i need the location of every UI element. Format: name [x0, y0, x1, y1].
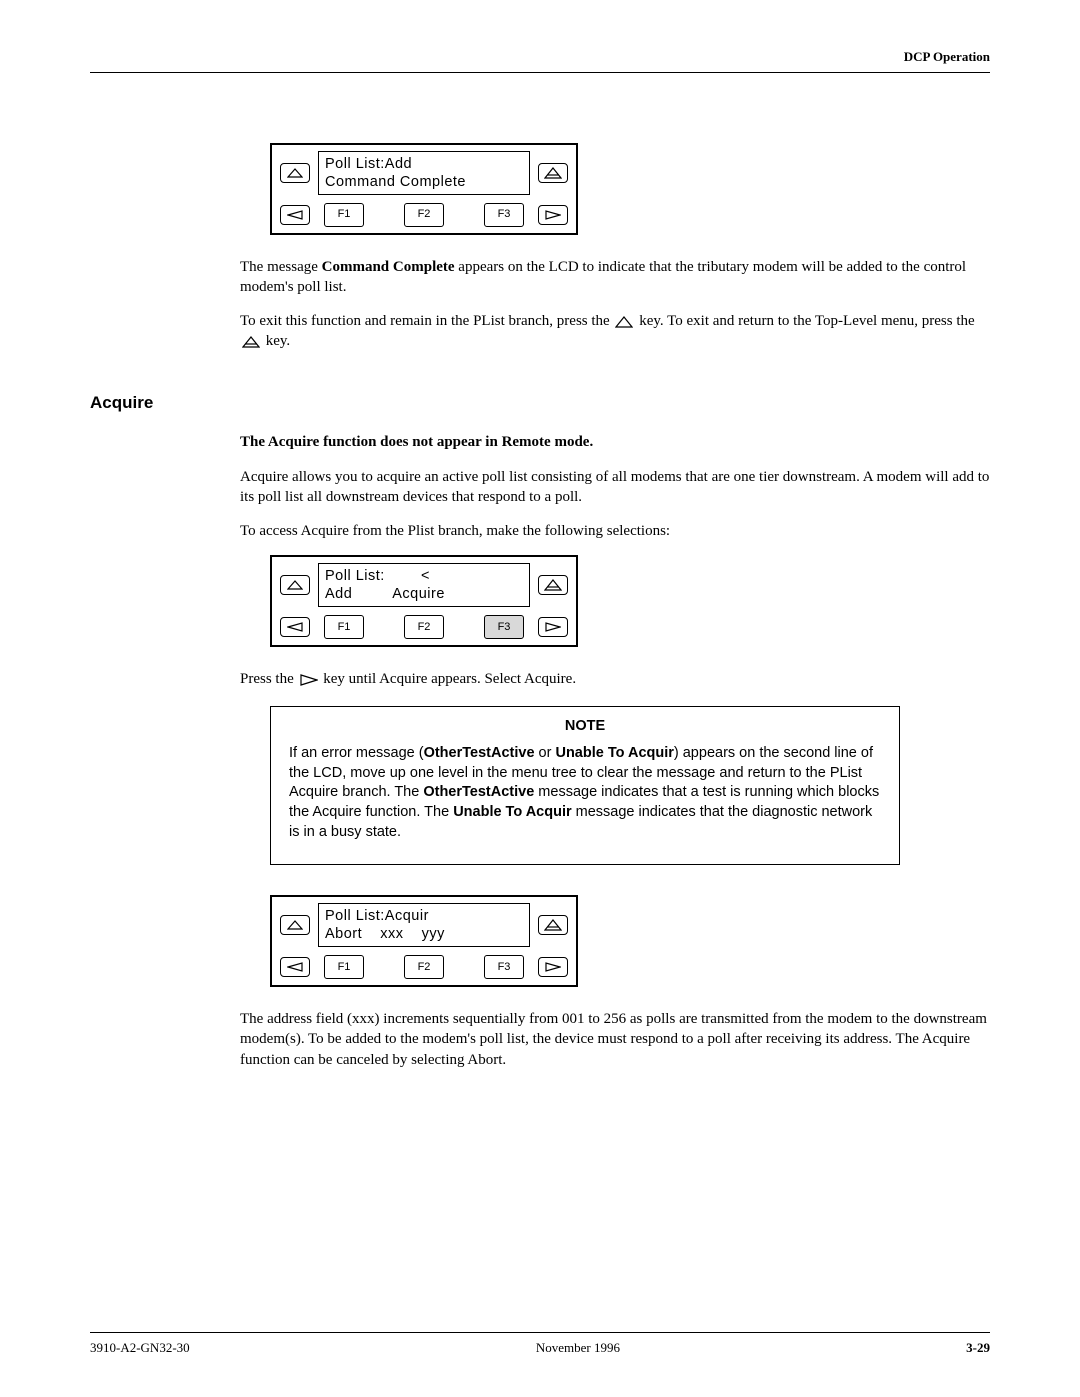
- footer-right: 3-29: [966, 1339, 990, 1357]
- note-body: If an error message (OtherTestActive or …: [289, 744, 881, 842]
- f1-key[interactable]: F1: [324, 203, 364, 227]
- triangle-right-icon: [545, 622, 561, 632]
- paragraph: The message Command Complete appears on …: [240, 257, 990, 298]
- bold-text: Unable To Acquir: [453, 804, 571, 820]
- bold-text: OtherTestActive: [423, 784, 534, 800]
- paragraph: To exit this function and remain in the …: [240, 311, 990, 352]
- f2-key[interactable]: F2: [404, 203, 444, 227]
- main-content: The Acquire function does not appear in …: [240, 432, 990, 1069]
- lcd-line-1: Poll List:Add: [325, 155, 523, 173]
- function-keys: F1 F2 F3: [318, 955, 530, 979]
- triangle-left-icon: [287, 622, 303, 632]
- panel-top-row: Poll List:Acquir Abort xxx yyy: [272, 897, 576, 953]
- triangle-right-icon: [300, 674, 318, 686]
- lcd-line-2: Command Complete: [325, 173, 523, 191]
- header-rule: [90, 72, 990, 73]
- subheading: The Acquire function does not appear in …: [240, 432, 990, 452]
- bold-text: Unable To Acquir: [555, 745, 673, 761]
- panel-bottom-row: F1 F2 F3: [272, 613, 576, 645]
- triangle-left-icon: [287, 962, 303, 972]
- function-keys: F1 F2 F3: [318, 203, 530, 227]
- footer-center: November 1996: [536, 1339, 620, 1357]
- bold-text: Command Complete: [322, 259, 455, 275]
- f3-key[interactable]: F3: [484, 203, 524, 227]
- triangle-up-double-icon: [544, 167, 562, 179]
- panel-bottom-row: F1 F2 F3: [272, 953, 576, 985]
- home-button[interactable]: [538, 163, 568, 183]
- f2-key[interactable]: F2: [404, 615, 444, 639]
- section-heading-acquire: Acquire: [90, 392, 990, 415]
- paragraph: Acquire allows you to acquire an active …: [240, 467, 990, 508]
- triangle-up-icon: [287, 580, 303, 590]
- text: The message: [240, 259, 322, 275]
- lcd-line-2: Add Acquire: [325, 585, 523, 603]
- triangle-up-double-icon: [242, 336, 260, 348]
- triangle-up-icon: [287, 168, 303, 178]
- f2-key[interactable]: F2: [404, 955, 444, 979]
- lcd-line-1: Poll List:Acquir: [325, 907, 523, 925]
- triangle-up-icon: [615, 316, 633, 328]
- text: Press the: [240, 671, 298, 687]
- lcd-panel-command-complete: Poll List:Add Command Complete F1 F2: [270, 143, 578, 235]
- left-button[interactable]: [280, 205, 310, 225]
- triangle-right-icon: [545, 210, 561, 220]
- up-button[interactable]: [280, 575, 310, 595]
- f3-key[interactable]: F3: [484, 955, 524, 979]
- page-footer: 3910-A2-GN32-30 November 1996 3-29: [90, 1332, 990, 1357]
- lcd-line-1: Poll List: <: [325, 567, 523, 585]
- right-button[interactable]: [538, 957, 568, 977]
- lcd-line-2: Abort xxx yyy: [325, 925, 523, 943]
- paragraph: Press the key until Acquire appears. Sel…: [240, 669, 990, 689]
- up-button[interactable]: [280, 915, 310, 935]
- up-button[interactable]: [280, 163, 310, 183]
- lcd-display: Poll List:Add Command Complete: [318, 151, 530, 195]
- lcd-panel-acquir: Poll List:Acquir Abort xxx yyy F1 F2: [270, 895, 578, 987]
- text: key until Acquire appears. Select Acquir…: [320, 671, 577, 687]
- text: If an error message (: [289, 745, 424, 761]
- lcd-display: Poll List:Acquir Abort xxx yyy: [318, 903, 530, 947]
- f1-key[interactable]: F1: [324, 615, 364, 639]
- text: To exit this function and remain in the …: [240, 313, 613, 329]
- footer-left: 3910-A2-GN32-30: [90, 1339, 190, 1357]
- home-button[interactable]: [538, 915, 568, 935]
- page-header: DCP Operation: [90, 48, 990, 72]
- right-button[interactable]: [538, 617, 568, 637]
- main-content: Poll List:Add Command Complete F1 F2: [240, 143, 990, 352]
- footer-rule: [90, 1332, 990, 1333]
- lcd-display: Poll List: < Add Acquire: [318, 563, 530, 607]
- panel-bottom-row: F1 F2 F3: [272, 201, 576, 233]
- triangle-up-icon: [287, 920, 303, 930]
- bold-text: OtherTestActive: [424, 745, 535, 761]
- f3-key[interactable]: F3: [484, 615, 524, 639]
- text: key.: [262, 333, 290, 349]
- triangle-up-double-icon: [544, 579, 562, 591]
- triangle-right-icon: [545, 962, 561, 972]
- footer-row: 3910-A2-GN32-30 November 1996 3-29: [90, 1339, 990, 1357]
- panel-top-row: Poll List: < Add Acquire: [272, 557, 576, 613]
- text: or: [535, 745, 556, 761]
- note-title: NOTE: [289, 717, 881, 737]
- text: key. To exit and return to the Top-Level…: [635, 313, 974, 329]
- function-keys: F1 F2 F3: [318, 615, 530, 639]
- triangle-up-double-icon: [544, 919, 562, 931]
- page: DCP Operation Poll List:Add Command Comp…: [0, 0, 1080, 1397]
- triangle-left-icon: [287, 210, 303, 220]
- note-box: NOTE If an error message (OtherTestActiv…: [270, 706, 900, 865]
- right-button[interactable]: [538, 205, 568, 225]
- f1-key[interactable]: F1: [324, 955, 364, 979]
- lcd-panel-poll-list: Poll List: < Add Acquire F1: [270, 555, 578, 647]
- home-button[interactable]: [538, 575, 568, 595]
- left-button[interactable]: [280, 617, 310, 637]
- panel-top-row: Poll List:Add Command Complete: [272, 145, 576, 201]
- paragraph: To access Acquire from the Plist branch,…: [240, 521, 990, 541]
- paragraph: The address field (xxx) increments seque…: [240, 1009, 990, 1070]
- left-button[interactable]: [280, 957, 310, 977]
